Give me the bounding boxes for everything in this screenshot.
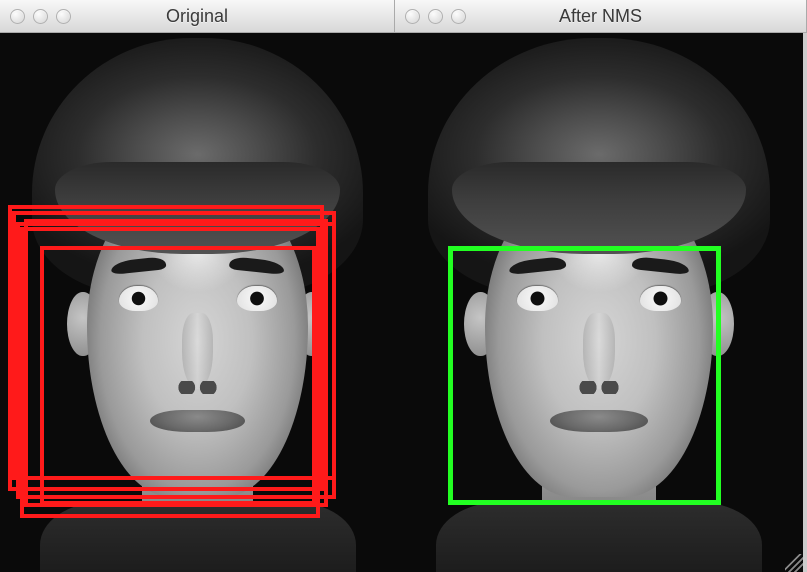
nose-shape	[182, 313, 214, 388]
close-icon[interactable]	[10, 9, 25, 24]
titlebar-original[interactable]: Original	[0, 0, 395, 33]
eye-right-shape	[237, 286, 277, 310]
close-icon[interactable]	[405, 9, 420, 24]
nostrils-shape	[176, 381, 219, 394]
zoom-icon[interactable]	[451, 9, 466, 24]
content-original	[0, 33, 395, 572]
eye-right-shape	[640, 286, 681, 310]
collar-shape	[436, 502, 762, 572]
collar-shape	[40, 502, 356, 572]
eye-left-shape	[119, 286, 159, 310]
content-after-nms	[395, 33, 807, 572]
window-original: Original	[0, 0, 395, 572]
mouth-shape	[550, 410, 648, 432]
window-after-nms: After NMS	[395, 0, 807, 572]
minimize-icon[interactable]	[428, 9, 443, 24]
zoom-icon[interactable]	[56, 9, 71, 24]
nose-shape	[583, 313, 616, 388]
resize-handle-icon[interactable]	[785, 554, 803, 572]
eye-left-shape	[517, 286, 558, 310]
titlebar-after-nms[interactable]: After NMS	[395, 0, 807, 33]
nostrils-shape	[577, 381, 622, 394]
traffic-lights-after-nms	[405, 9, 466, 24]
mouth-shape	[150, 410, 245, 432]
image-after-nms	[395, 33, 803, 572]
minimize-icon[interactable]	[33, 9, 48, 24]
image-original	[0, 33, 395, 572]
traffic-lights-original	[10, 9, 71, 24]
